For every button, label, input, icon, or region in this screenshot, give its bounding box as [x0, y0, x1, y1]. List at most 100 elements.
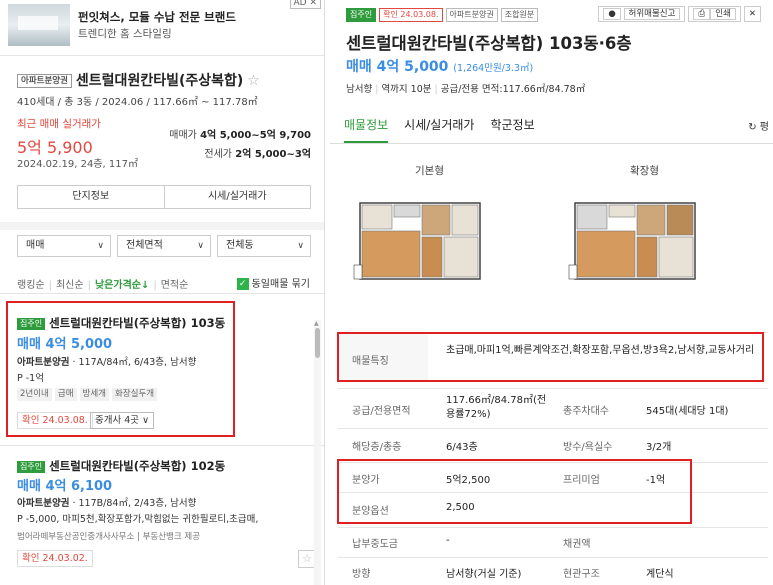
ad-banner[interactable]: 펀잇쳐스, 모듈 수납 전문 브랜드 트렌디한 홈 스타일링 AD ✕ — [0, 0, 324, 56]
sort-latest[interactable]: 최신순 — [56, 280, 84, 291]
floorplan-ext-image[interactable] — [565, 195, 705, 285]
row-floor: 해당층/총층 6/43층 방수/욕실수 3/2개 — [338, 428, 768, 458]
listing-source: 범어라떼부동산공인중개사사무소 | 부동산뱅크 제공 — [17, 532, 201, 542]
floorplan-basic-image[interactable] — [350, 195, 490, 285]
rooms-value: 3/2개 — [646, 442, 672, 453]
tab-listing-info[interactable]: 매물정보 — [344, 116, 389, 143]
listing-desc: 아파트분양권 · 117B/84㎡, 2/43층, 남서향 — [17, 495, 196, 509]
building-select[interactable]: 전체동 ∨ — [217, 235, 311, 257]
close-button[interactable]: ✕ — [743, 6, 761, 22]
jeonse-range: 2억 5,000~3억 — [235, 149, 311, 160]
recent-trade-date: 2024.02.19, 24층, 117㎡ — [17, 159, 138, 170]
floor-label: 해당층/총층 — [352, 442, 402, 453]
complex-info-button[interactable]: 단지정보 — [18, 186, 164, 208]
type-tag: 아파트분양권 — [445, 8, 498, 22]
group-same-toggle[interactable]: ✓ 동일매물 묶기 — [236, 275, 310, 290]
area-select[interactable]: 전체면적 ∨ — [117, 235, 211, 257]
print-button[interactable]: ⎙ 인쇄 — [688, 6, 741, 22]
trade-label: 매매가 — [169, 130, 197, 141]
tab-price-history[interactable]: 시세/실거래가 — [404, 116, 474, 143]
sort-options: 랭킹순 | 최신순 | 낮은가격순↓ | 면적순 — [17, 280, 189, 291]
detail-actions: ● 허위매물신고 ⎙ 인쇄 ✕ — [598, 6, 761, 22]
scrollbar-thumb[interactable] — [315, 328, 320, 358]
area-info: 공급/전용 면적:117.66㎡/84.78㎡ — [440, 84, 586, 95]
row-area: 공급/전용면적 117.66㎡/84.78㎡(전용률72%) 총주차대수 545… — [338, 388, 768, 428]
complex-name: 센트럴대원칸타빌(주상복합) — [75, 73, 244, 89]
jeonse-price-range: 전세가 2억 5,000~3억 — [204, 145, 311, 160]
sort-ranking[interactable]: 랭킹순 — [17, 280, 45, 291]
sort-low-price[interactable]: 낮은가격순↓ — [95, 280, 149, 291]
checkbox-checked-icon[interactable]: ✓ — [236, 278, 249, 290]
complex-type-tag: 아파트분양권 — [17, 74, 72, 88]
refresh-icon: ↻ — [748, 122, 757, 133]
detail-tags: 집주인 확인 24.03.08. 아파트분양권 조합원분 — [346, 8, 539, 22]
print-label: 인쇄 — [710, 8, 736, 20]
floorplan-basic-label: 기본형 — [415, 165, 444, 177]
list-divider — [0, 293, 324, 294]
scrollbar[interactable]: ▲ — [314, 320, 321, 585]
tab-school[interactable]: 학군정보 — [490, 116, 534, 143]
report-button[interactable]: ● 허위매물신고 — [598, 6, 686, 22]
station-distance: 역까지 10분 — [381, 84, 432, 95]
confirm-date: 확인 24.03.02. — [17, 550, 93, 567]
group-same-label: 동일매물 묶기 — [251, 279, 310, 290]
ad-close-badge[interactable]: AD ✕ — [289, 0, 321, 9]
building-value: 전체동 — [226, 240, 254, 251]
chevron-down-icon: ∨ — [97, 241, 104, 251]
direction-value: 남서향(거실 기준) — [446, 569, 522, 580]
trade-type-select[interactable]: 매매 ∨ — [17, 235, 111, 257]
unit-toggle[interactable]: ↻ 평 — [748, 118, 769, 133]
detail-price: 매매 4억 5,000 (1,264만원/3.3㎡) — [346, 56, 533, 76]
listing-name: 센트럴대원칸타빌(주상복합) 102동 — [49, 459, 226, 473]
report-label: 허위매물신고 — [623, 8, 681, 20]
highlight-box — [337, 459, 692, 524]
unit-label: 평 — [759, 122, 769, 133]
area-value: 117.66㎡/84.78㎡(전용률72%) — [446, 395, 547, 420]
detail-tabs: 매물정보 시세/실거래가 학군정보 — [344, 116, 535, 143]
tax-label: 납부중도금 — [352, 539, 398, 550]
complex-buttons: 단지정보 시세/실거래가 — [17, 185, 311, 209]
listing-spec: · 117B/84㎡, 2/43층, 남서향 — [69, 498, 197, 509]
jeonse-label: 전세가 — [204, 149, 232, 160]
highlight-box — [337, 332, 764, 382]
detail-panel: 집주인 확인 24.03.08. 아파트분양권 조합원분 ● 허위매물신고 ⎙ 인… — [330, 0, 773, 585]
area-value: 전체면적 — [126, 240, 163, 251]
row-tax: 납부중도금 - 채권액 — [338, 527, 768, 555]
complex-title: 아파트분양권 센트럴대원칸타빌(주상복합) ☆ — [17, 70, 260, 90]
listing-panel: 펀잇쳐스, 모듈 수납 전문 브랜드 트렌디한 홈 스타일링 AD ✕ 아파트분… — [0, 0, 325, 585]
area-label: 공급/전용면적 — [352, 406, 411, 417]
listing-premium: P -5,000, 마피5천,확장포함가,막힘없는 귀한필로티,초급매, — [17, 514, 259, 525]
section-divider — [0, 222, 324, 230]
detail-title: 센트럴대원칸타빌(주상복합) 103동·6층 — [346, 34, 632, 53]
ad-title: 펀잇쳐스, 모듈 수납 전문 브랜드 — [78, 10, 236, 24]
filter-bar: 매매 ∨ 전체면적 ∨ 전체동 ∨ — [17, 235, 311, 257]
detail-price-unit: (1,264만원/3.3㎡) — [453, 63, 534, 74]
complex-info: 410세대 / 총 3동 / 2024.06 / 117.66㎡ ~ 117.7… — [17, 97, 258, 108]
owner-tag: 집주인 — [17, 460, 46, 473]
confirm-tag: 확인 24.03.08. — [379, 8, 443, 22]
tab-divider — [330, 143, 773, 144]
sort-area[interactable]: 면적순 — [161, 280, 189, 291]
list-divider — [0, 445, 324, 446]
scroll-up-icon[interactable]: ▲ — [314, 320, 319, 327]
app-root: 펀잇쳐스, 모듈 수납 전문 브랜드 트렌디한 홈 스타일링 AD ✕ 아파트분… — [0, 0, 773, 585]
price-history-button[interactable]: 시세/실거래가 — [163, 186, 311, 208]
ad-image — [8, 4, 70, 46]
direction: 남서향 — [346, 84, 373, 95]
star-icon[interactable]: ☆ — [247, 73, 260, 89]
parking-value: 545대(세대당 1대) — [646, 406, 729, 417]
listing-price: 매매 4억 6,100 — [17, 479, 113, 494]
detail-info: 남서향 | 역까지 10분 | 공급/전용 면적:117.66㎡/84.78㎡ — [346, 84, 586, 95]
floor-value: 6/43층 — [446, 442, 478, 453]
listing-title: 집주인 센트럴대원칸타빌(주상복합) 102동 — [17, 458, 225, 474]
direction-label: 방향 — [352, 569, 371, 580]
siren-icon: ● — [603, 8, 621, 20]
floorplan-ext-label: 확장형 — [630, 165, 659, 177]
listing-type: 아파트분양권 — [17, 498, 70, 509]
rooms-label: 방수/욕실수 — [563, 442, 613, 453]
parking-label: 총주차대수 — [563, 406, 609, 417]
bond-label: 채권액 — [563, 539, 591, 550]
entrance-label: 현관구조 — [563, 569, 600, 580]
ad-subtitle: 트렌디한 홈 스타일링 — [78, 28, 172, 40]
highlight-box — [6, 301, 235, 437]
